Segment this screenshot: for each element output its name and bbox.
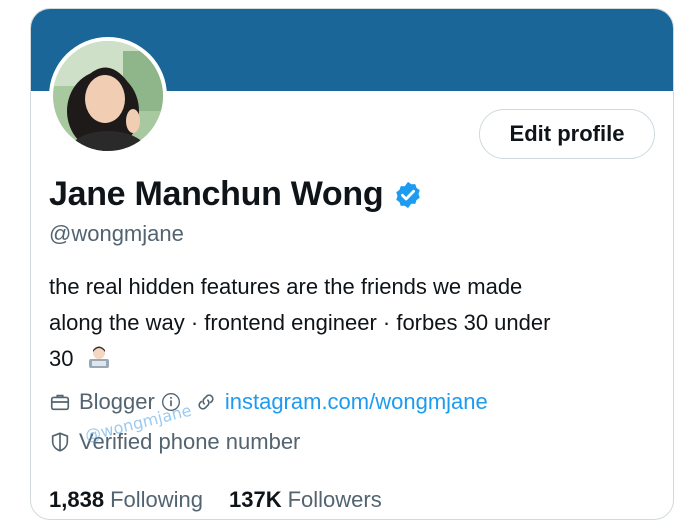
briefcase-icon	[50, 394, 70, 411]
profile-bio: the real hidden features are the friends…	[49, 269, 659, 377]
link-icon	[198, 394, 214, 410]
shield-icon	[51, 432, 69, 452]
profile-card: Edit profile Jane Manchun Wong @wongmjan…	[30, 8, 674, 520]
follow-stats: 1,838 Following 137K Followers	[49, 487, 408, 513]
following-count: 1,838	[49, 487, 105, 512]
avatar[interactable]	[49, 37, 167, 155]
following-label: Following	[110, 487, 203, 512]
bio-line-last: 30	[49, 341, 659, 377]
profile-name-row: Jane Manchun Wong	[49, 175, 423, 214]
bio-line: the real hidden features are the friends…	[49, 274, 523, 299]
followers-link[interactable]: 137K Followers	[229, 487, 382, 513]
followers-count: 137K	[229, 487, 282, 512]
followers-label: Followers	[287, 487, 382, 512]
profile-meta-row: Blogger instagram.com/wongmjane	[49, 389, 488, 415]
avatar-photo	[53, 41, 163, 151]
technologist-emoji-icon	[88, 346, 109, 368]
profile-handle: @wongmjane	[49, 221, 184, 246]
profile-name: Jane Manchun Wong	[49, 175, 384, 213]
verified-badge-icon[interactable]	[393, 180, 423, 210]
edit-profile-label: Edit profile	[509, 121, 625, 146]
bio-line: 30	[49, 346, 74, 371]
bio-line: along the way · frontend engineer · forb…	[49, 310, 551, 335]
profile-website-link[interactable]: instagram.com/wongmjane	[225, 389, 488, 415]
following-link[interactable]: 1,838 Following	[49, 487, 203, 513]
edit-profile-button[interactable]: Edit profile	[479, 109, 655, 159]
